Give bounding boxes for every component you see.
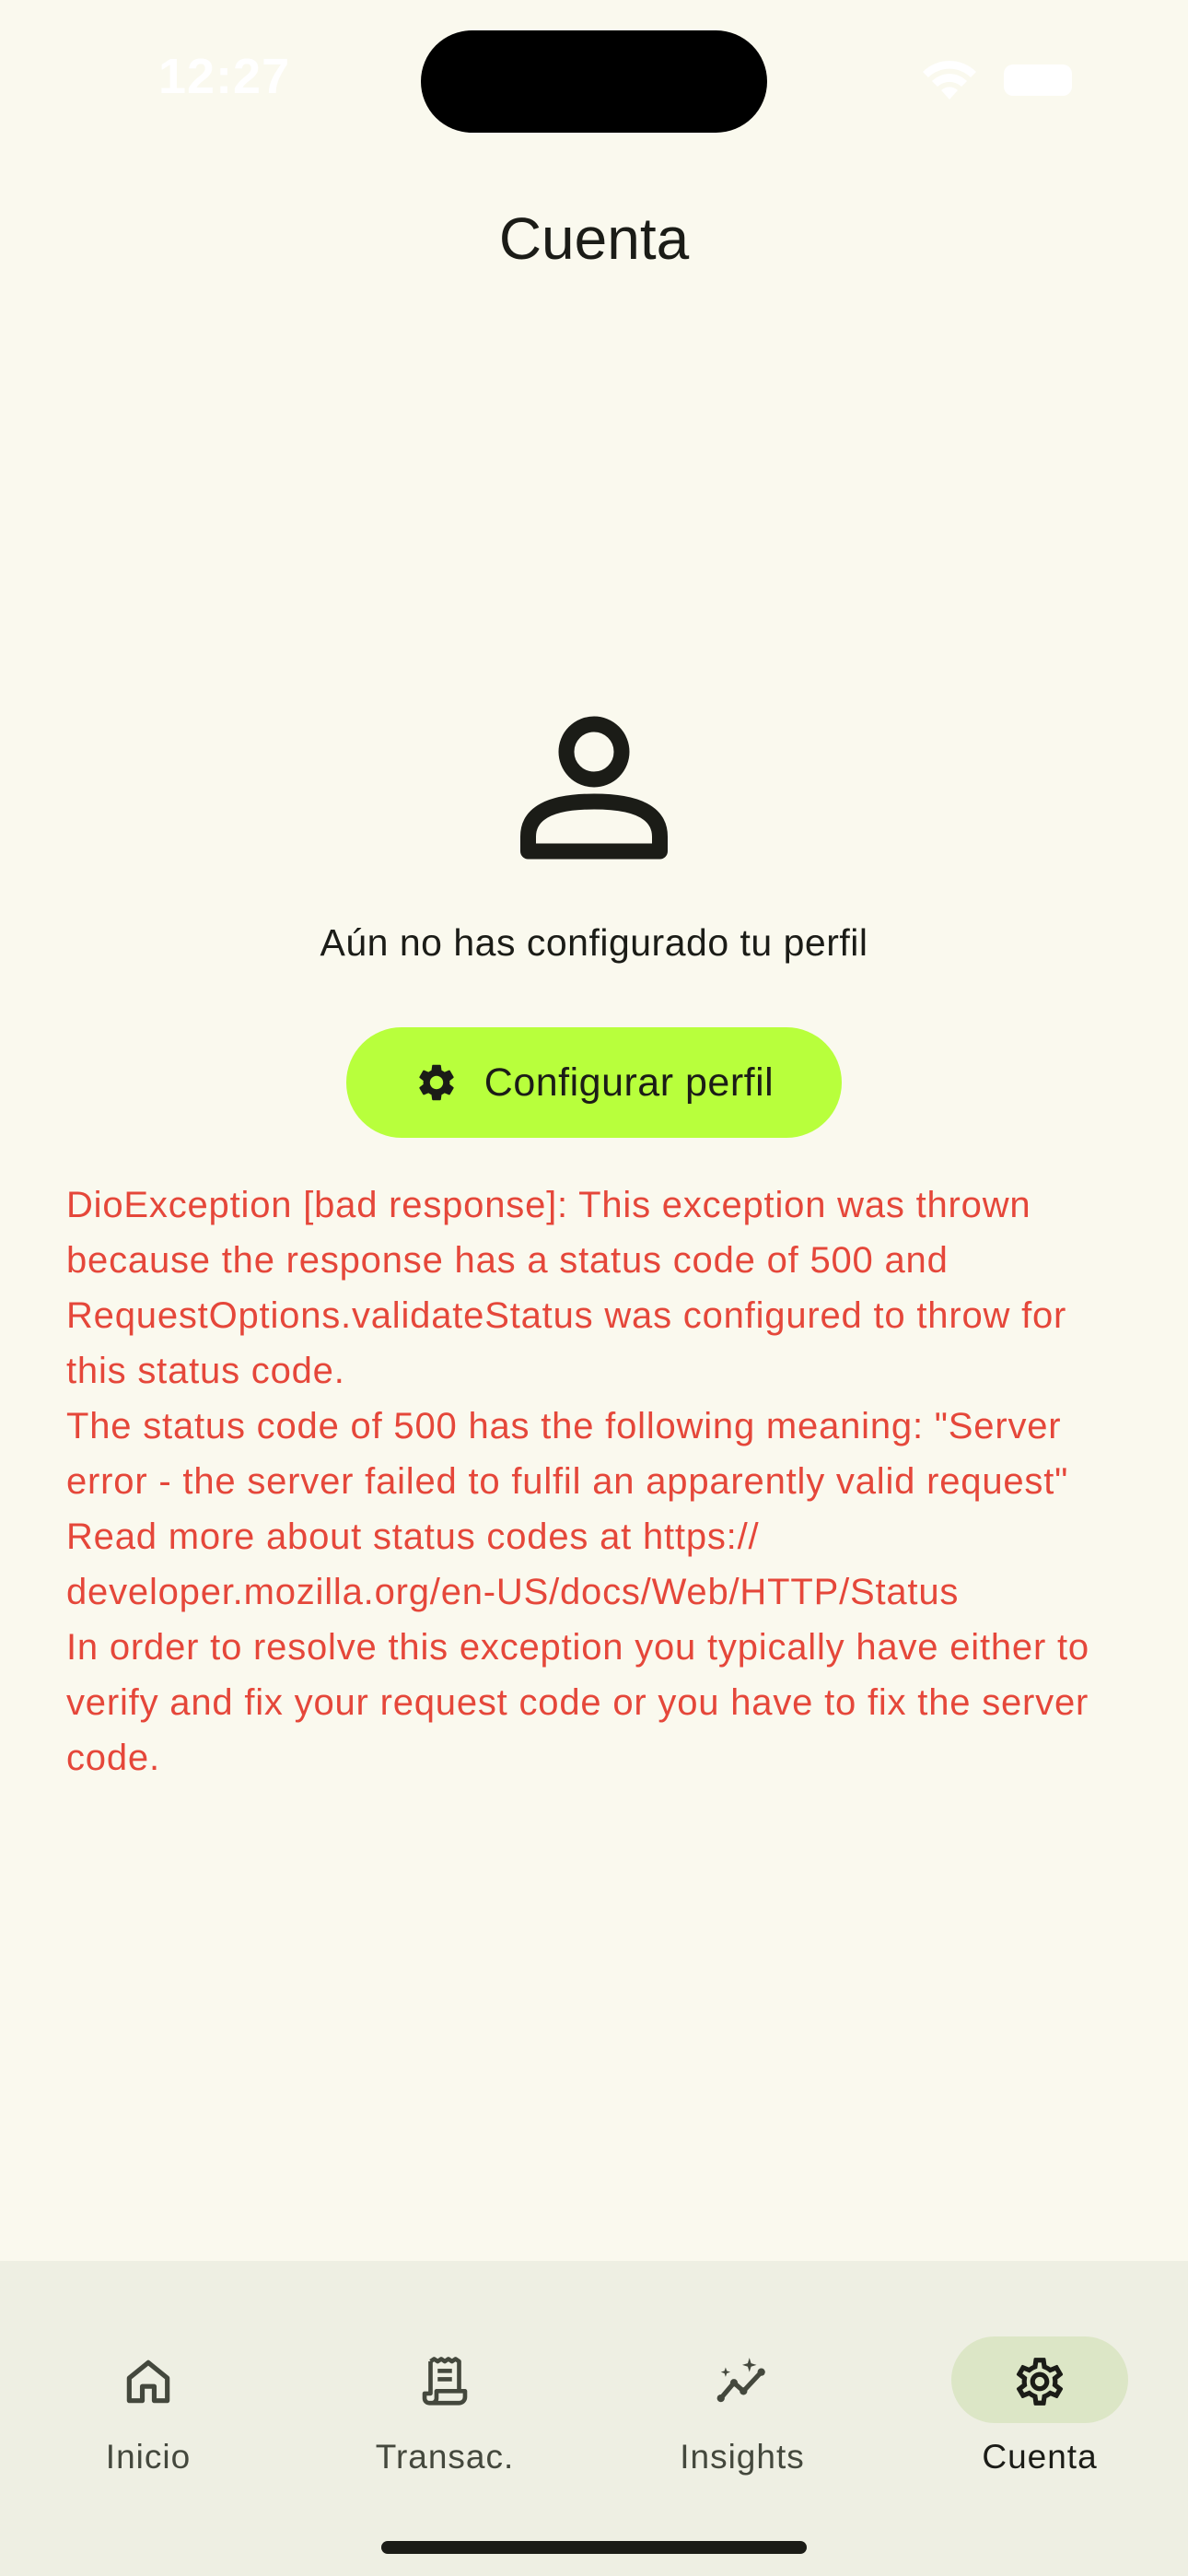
wifi-icon bbox=[923, 60, 976, 100]
nav-item-inicio[interactable]: Inicio bbox=[29, 2298, 268, 2476]
nav-item-insights[interactable]: Insights bbox=[623, 2298, 862, 2476]
nav-label-transac: Transac. bbox=[375, 2438, 515, 2476]
configure-profile-button[interactable]: Configurar perfil bbox=[346, 1027, 842, 1138]
gear-icon bbox=[419, 1064, 454, 1101]
status-bar: 12:27 bbox=[0, 0, 1188, 157]
receipt-icon bbox=[422, 2357, 468, 2406]
battery-icon bbox=[1004, 64, 1072, 96]
home-icon bbox=[126, 2359, 170, 2404]
nav-item-cuenta[interactable]: Cuenta bbox=[920, 2298, 1159, 2476]
nav-item-transac[interactable]: Transac. bbox=[325, 2298, 565, 2476]
error-message: DioException [bad response]: This except… bbox=[66, 1185, 1089, 1778]
configure-profile-button-label: Configurar perfil bbox=[483, 1060, 775, 1105]
page-title: Cuenta bbox=[498, 205, 690, 272]
bottom-navigation-bar: Inicio Transac. Insights Cuenta bbox=[0, 2261, 1188, 2576]
person-outline-icon bbox=[520, 716, 668, 860]
dynamic-island bbox=[421, 30, 767, 133]
nav-label-inicio: Inicio bbox=[105, 2438, 192, 2476]
status-time: 12:27 bbox=[158, 49, 291, 104]
empty-profile-message: Aún no has configurado tu perfil bbox=[320, 921, 868, 964]
nav-label-insights: Insights bbox=[680, 2438, 805, 2476]
insights-icon bbox=[716, 2358, 765, 2403]
settings-icon bbox=[1016, 2358, 1064, 2406]
home-indicator bbox=[381, 2541, 807, 2554]
nav-label-cuenta: Cuenta bbox=[982, 2438, 1098, 2476]
